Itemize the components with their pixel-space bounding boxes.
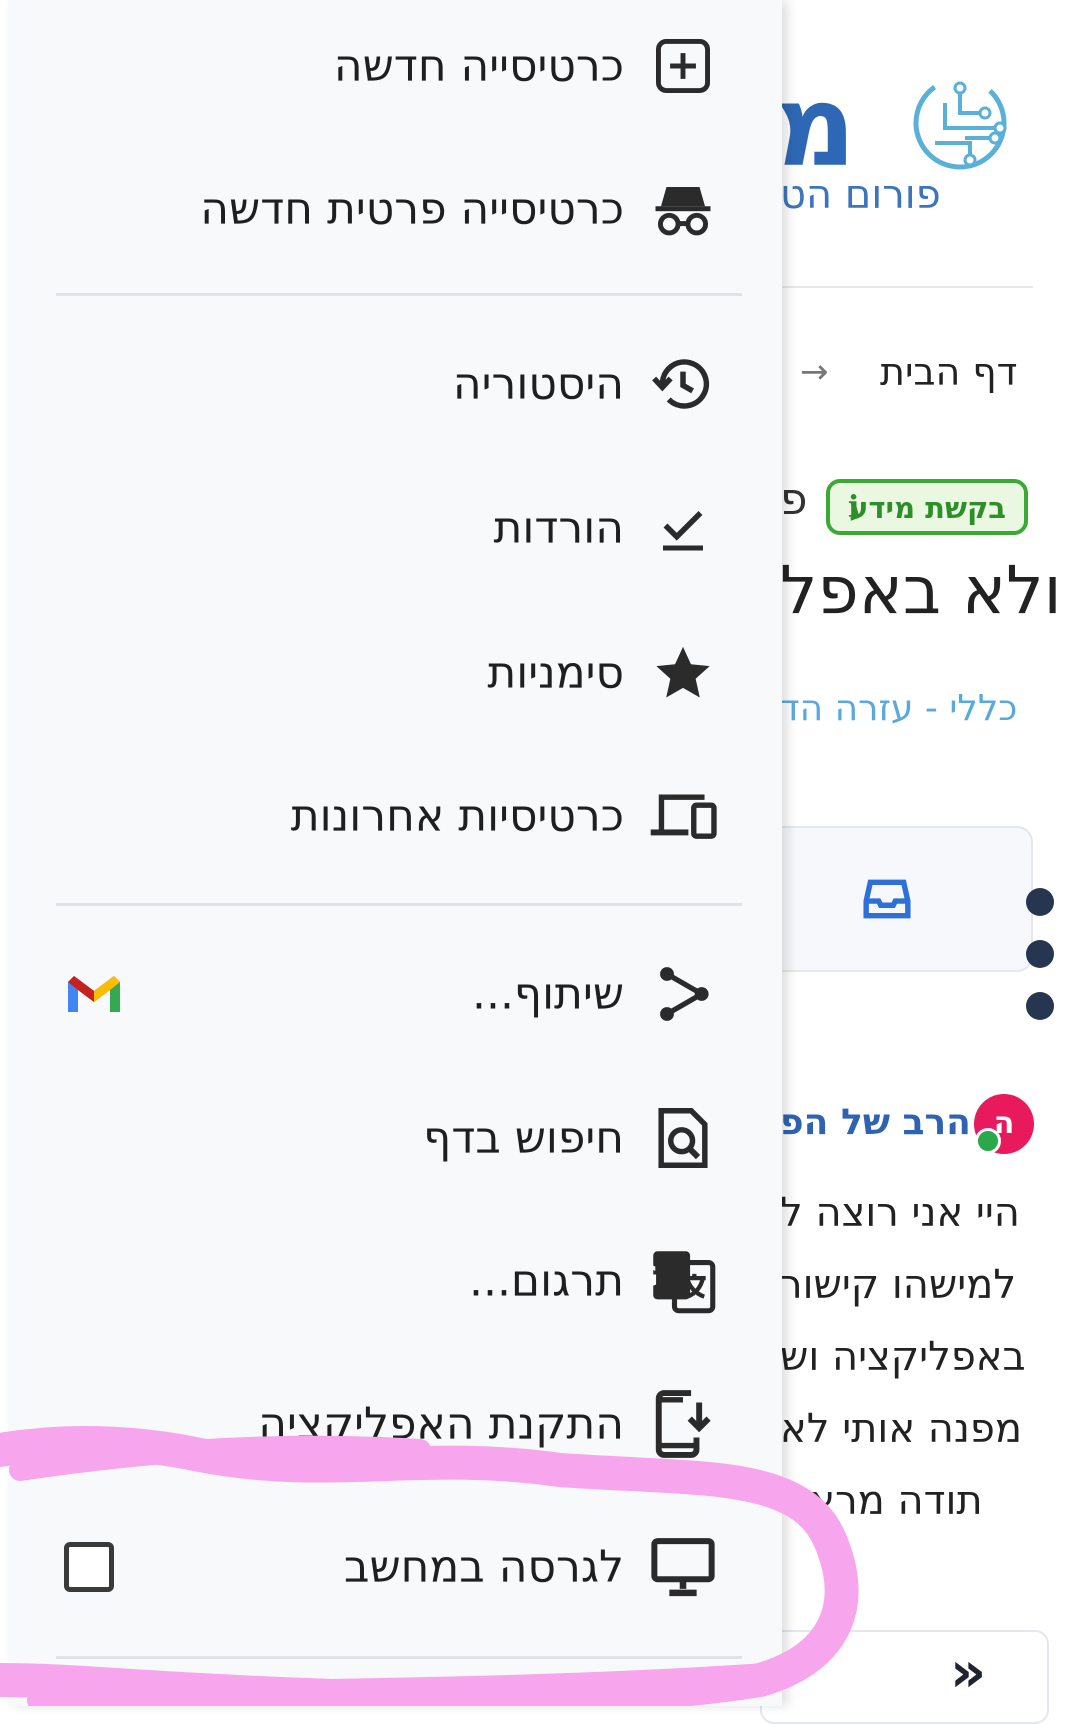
menu-item-label: שיתוף... [471, 968, 624, 1020]
breadcrumb-home[interactable]: דף הבית [880, 350, 1017, 394]
menu-item-downloads[interactable]: הורדות [8, 462, 782, 594]
menu-divider [56, 293, 742, 296]
menu-item-label: סימניות [487, 647, 624, 699]
share-icon [648, 959, 718, 1029]
post-text-line: מפנה אותי לא [780, 1406, 1023, 1452]
incognito-icon [648, 174, 718, 244]
menu-divider [56, 903, 742, 906]
menu-item-recent-tabs[interactable]: כרטיסיות אחרונות [8, 750, 782, 882]
gmail-icon[interactable] [64, 970, 124, 1018]
post-text-line: תודה מראש [780, 1478, 983, 1524]
inbox-icon[interactable] [862, 874, 912, 924]
menu-item-label: חיפוש בדף [423, 1112, 624, 1164]
menu-item-history[interactable]: היסטוריה [8, 318, 782, 450]
history-icon [648, 349, 718, 419]
browser-overflow-menu: כרטיסייה חדשה כרטיסייה פרטית חדשה היסטור… [8, 0, 782, 1706]
menu-item-find-in-page[interactable]: חיפוש בדף [8, 1072, 782, 1204]
more-options-icon[interactable] [1026, 888, 1054, 1044]
downloads-icon [648, 493, 718, 563]
breadcrumb-arrow-icon: → [800, 352, 829, 392]
find-in-page-icon [648, 1103, 718, 1173]
topic-category-link[interactable]: כללי - עזרה הד [780, 688, 1017, 729]
menu-item-install-app[interactable]: התקנת האפליקציה [8, 1358, 782, 1490]
menu-item-label: כרטיסייה חדשה [333, 40, 624, 92]
menu-divider [56, 1656, 742, 1659]
menu-item-label: תרגום... [468, 1255, 624, 1307]
new-tab-icon [648, 31, 718, 101]
devices-icon [648, 781, 718, 851]
post-text-line: היי אני רוצה ל [780, 1190, 1020, 1236]
post-text-line: באפליקציה וש [780, 1334, 1026, 1380]
header-divider [780, 286, 1033, 288]
star-icon [648, 638, 718, 708]
install-app-icon [648, 1389, 718, 1459]
menu-item-desktop-site[interactable]: לגרסה במחשב [8, 1501, 782, 1633]
menu-item-label: כרטיסייה פרטית חדשה [200, 183, 624, 235]
status-badge: בקשת מידע i [826, 479, 1028, 535]
menu-item-label: התקנת האפליקציה [258, 1398, 624, 1450]
topic-toolbar [734, 826, 1033, 972]
menu-item-new-incognito-tab[interactable]: כרטיסייה פרטית חדשה [8, 143, 782, 275]
desktop-icon [648, 1532, 718, 1602]
svg-text:G: G [649, 1261, 658, 1294]
menu-item-new-tab[interactable]: כרטיסייה חדשה [8, 0, 782, 132]
menu-item-translate[interactable]: G תרגום... [8, 1215, 782, 1347]
menu-item-bookmarks[interactable]: סימניות [8, 607, 782, 739]
menu-item-label: היסטוריה [452, 358, 624, 410]
menu-item-share[interactable]: שיתוף... [8, 928, 782, 1060]
translate-icon: G [648, 1246, 718, 1316]
menu-item-label: כרטיסיות אחרונות [290, 790, 624, 842]
forum-logo-subtitle: פורום הט [780, 172, 941, 218]
double-chevron-left-icon[interactable]: « [950, 1640, 986, 1705]
desktop-site-checkbox[interactable] [64, 1542, 114, 1592]
menu-item-label: הורדות [493, 502, 625, 554]
forum-logo-circuit-icon [913, 76, 1007, 170]
menu-item-label: לגרסה במחשב [344, 1541, 624, 1593]
badge-label: בקשת מידע [849, 491, 1006, 525]
topic-title-fragment-top: פ [780, 474, 808, 525]
online-status-icon [975, 1128, 1001, 1154]
pagination-card [760, 1630, 1049, 1724]
info-icon: i [848, 490, 860, 525]
topic-title: ולא באפל [780, 552, 1062, 629]
post-author-name[interactable]: הרב של הפ [780, 1102, 971, 1143]
post-text-line: למישהו קישור [780, 1262, 1017, 1308]
